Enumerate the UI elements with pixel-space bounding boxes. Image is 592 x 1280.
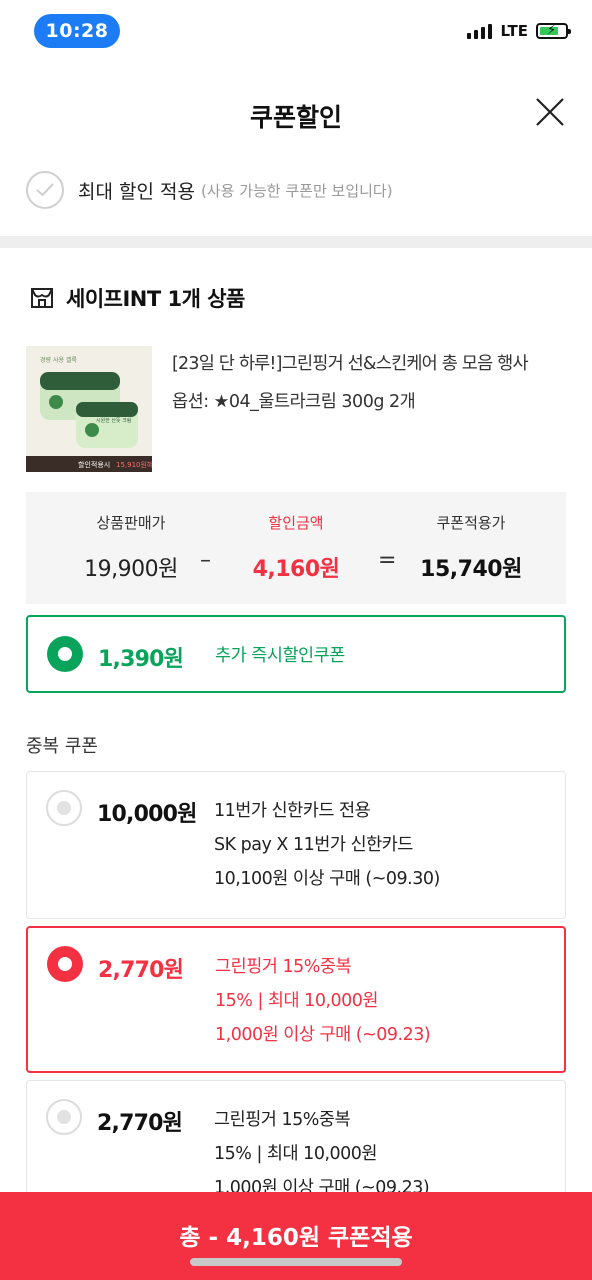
coupon-description: 11번가 신한카드 전용 SK pay X 11번가 신한카드 10,100원 … xyxy=(214,794,440,896)
discount-label: 할인금액 xyxy=(268,514,324,532)
coupon-option-card-shinhan[interactable]: 10,000원 11번가 신한카드 전용 SK pay X 11번가 신한카드 … xyxy=(26,771,566,919)
coupon-line: 그린핑거 15%중복 xyxy=(214,1110,351,1130)
max-discount-hint: (사용 가능한 쿠폰만 보입니다) xyxy=(200,181,393,200)
coupon-description: 그린핑거 15%중복 15% | 최대 10,000원 1,000원 이상 구매… xyxy=(214,1103,430,1205)
home-indicator[interactable] xyxy=(190,1258,402,1266)
status-icons: LTE ⚡ xyxy=(467,22,571,40)
section-divider xyxy=(0,236,592,248)
coupon-line: 11번가 신한카드 전용 xyxy=(214,801,371,821)
coupon-line: 1,000원 이상 구매 (~09.23) xyxy=(215,1025,431,1045)
final-price-label: 쿠폰적용가 xyxy=(436,514,506,532)
network-label: LTE xyxy=(500,22,528,40)
instant-coupon-option[interactable]: 1,390원 추가 즉시할인쿠폰 xyxy=(26,615,566,693)
sale-price-label: 상품판매가 xyxy=(96,514,166,532)
image-banner-label: 할인적용시 xyxy=(78,460,110,469)
final-price-col: 쿠폰적용가 15,740원 xyxy=(396,492,546,583)
apply-coupon-button[interactable]: 총 - 4,160원 쿠폰적용 xyxy=(0,1192,592,1280)
store-icon xyxy=(31,288,53,308)
coupon-amount: 10,000원 xyxy=(97,802,197,827)
coupon-line: 15% | 최대 10,000원 xyxy=(214,1144,378,1164)
coupon-line: 그린핑거 15%중복 xyxy=(215,957,352,977)
coupon-line: 15% | 최대 10,000원 xyxy=(215,991,379,1011)
instant-coupon-label: 추가 즉시할인쿠폰 xyxy=(215,646,345,666)
radio-selected-icon[interactable] xyxy=(47,636,83,672)
equals-sign: = xyxy=(378,548,397,573)
duplicate-coupon-heading: 중복 쿠폰 xyxy=(26,736,98,757)
coupon-amount: 2,770원 xyxy=(97,1111,183,1136)
final-price-value: 15,740원 xyxy=(420,557,522,582)
header: 쿠폰할인 xyxy=(0,64,592,164)
coupon-line: SK pay X 11번가 신한카드 xyxy=(214,835,413,855)
check-icon[interactable] xyxy=(26,171,64,209)
coupon-description: 그린핑거 15%중복 15% | 최대 10,000원 1,000원 이상 구매… xyxy=(215,950,431,1052)
coupon-line: 10,100원 이상 구매 (~09.30) xyxy=(214,869,440,889)
minus-sign: – xyxy=(200,548,211,573)
battery-icon: ⚡ xyxy=(536,23,571,39)
image-top-text: 경량 사용 겔룩 xyxy=(40,356,77,364)
seller-name: 세이프INT 1개 상품 xyxy=(66,287,245,311)
apply-coupon-label: 총 - 4,160원 쿠폰적용 xyxy=(179,1225,413,1251)
product-image: 할인적용시 15,910원혜택가 경량 사용 겔룩 시원한 산뜻 크림 xyxy=(26,346,152,472)
seller-header: 세이프INT 1개 상품 xyxy=(30,283,245,313)
sale-price-col: 상품판매가 19,900원 xyxy=(56,492,206,583)
product-option: 옵션: ★04_울트라크림 300g 2개 xyxy=(172,392,416,412)
discount-col: 할인금액 4,160원 xyxy=(221,492,371,583)
image-jar-text: 시원한 산뜻 크림 xyxy=(96,417,131,424)
status-bar: 10:28 LTE ⚡ xyxy=(0,0,592,64)
instant-coupon-amount: 1,390원 xyxy=(98,647,184,672)
close-icon[interactable] xyxy=(534,96,566,128)
radio-unselected-icon[interactable] xyxy=(46,1099,82,1135)
signal-icon xyxy=(467,23,493,39)
sale-price-value: 19,900원 xyxy=(84,557,178,582)
radio-unselected-icon[interactable] xyxy=(46,790,82,826)
max-discount-toggle[interactable]: 최대 할인 적용 (사용 가능한 쿠폰만 보입니다) xyxy=(26,168,393,212)
discount-value: 4,160원 xyxy=(252,557,340,582)
product-title[interactable]: [23일 단 하루!]그린핑거 선&스킨케어 총 모음 행사 xyxy=(172,350,572,375)
status-time: 10:28 xyxy=(34,14,120,48)
radio-selected-icon[interactable] xyxy=(47,946,83,982)
max-discount-label: 최대 할인 적용 xyxy=(78,180,195,203)
coupon-amount: 2,770원 xyxy=(98,958,184,983)
price-summary: 상품판매가 19,900원 – 할인금액 4,160원 = 쿠폰적용가 15,7… xyxy=(26,492,566,604)
coupon-option-card-greenfinger-selected[interactable]: 2,770원 그린핑거 15%중복 15% | 최대 10,000원 1,000… xyxy=(26,926,566,1073)
page-title: 쿠폰할인 xyxy=(249,103,342,132)
image-banner-price: 15,910원혜택가 xyxy=(116,460,152,469)
